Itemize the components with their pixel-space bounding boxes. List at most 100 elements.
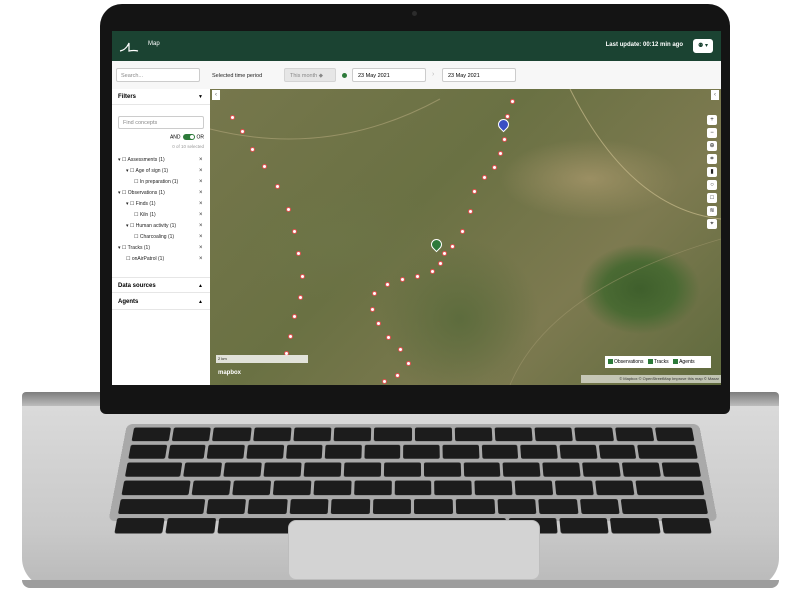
selected-count: 0 of 10 selected: [172, 144, 204, 149]
track-point: [370, 307, 375, 312]
close-icon[interactable]: ×: [199, 190, 203, 196]
legend-observations[interactable]: Observations: [614, 359, 643, 365]
filter-toolbar: Search... Selected time period This mont…: [112, 61, 721, 90]
date-from-input[interactable]: 23 May 2021: [352, 68, 426, 82]
laptop-lip: [22, 580, 779, 588]
tree-item-observations[interactable]: ▾ ☐ Observations (1): [118, 190, 165, 196]
track-point: [400, 277, 405, 282]
map-roads: [210, 89, 721, 385]
close-icon[interactable]: ×: [199, 201, 203, 207]
data-sources-label: Data sources: [118, 283, 156, 289]
map-pin-icon[interactable]: ⌖: [707, 219, 717, 229]
close-icon[interactable]: ×: [199, 179, 203, 185]
checkbox-agents-icon[interactable]: [673, 359, 679, 365]
track-point: [300, 274, 305, 279]
app-logo-icon[interactable]: [118, 39, 140, 53]
last-update-text: Last update: 00:12 min ago: [605, 42, 683, 48]
map-canvas[interactable]: ‹ ‹ + − ⊕ ⌗ ▮ ○ □ ≋ ⌖ 2 km mapbox Observ…: [210, 89, 721, 385]
tree-item-onairpatrol[interactable]: ☐ onAirPatrol (1): [126, 256, 164, 262]
close-icon[interactable]: ×: [199, 168, 203, 174]
track-point: [292, 229, 297, 234]
track-point: [386, 335, 391, 340]
legend-agents[interactable]: Agents: [679, 359, 695, 365]
collapse-left-icon[interactable]: ‹: [212, 90, 220, 100]
tree-item-in-preparation[interactable]: ☐ In preparation (1): [134, 179, 178, 185]
track-point: [262, 164, 267, 169]
data-sources-header[interactable]: Data sources ▲: [112, 277, 210, 293]
close-icon[interactable]: ×: [199, 234, 203, 240]
close-icon[interactable]: ×: [199, 223, 203, 229]
zoom-out-button[interactable]: −: [707, 128, 717, 138]
agents-header[interactable]: Agents ▲: [112, 294, 210, 310]
tree-item-kiln[interactable]: ☐ Kiln (1): [134, 212, 156, 218]
webcam: [412, 11, 417, 16]
draw-rectangle-icon[interactable]: □: [707, 193, 717, 203]
track-point: [510, 99, 515, 104]
trackpad: [288, 520, 540, 580]
mapbox-logo: mapbox: [218, 370, 242, 376]
toggle-and-label: AND: [169, 134, 181, 141]
period-select[interactable]: This month ◆: [284, 68, 336, 82]
chevron-up-icon: ▲: [198, 299, 203, 305]
track-point: [250, 147, 255, 152]
track-point: [298, 295, 303, 300]
track-point: [398, 347, 403, 352]
date-to-input[interactable]: 23 May 2021: [442, 68, 516, 82]
map-controls: + − ⊕ ⌗ ▮ ○ □ ≋ ⌖: [707, 115, 717, 232]
find-concepts-input[interactable]: Find concepts: [118, 116, 204, 129]
layers-icon[interactable]: ≋: [707, 206, 717, 216]
track-point: [415, 274, 420, 279]
close-icon[interactable]: ×: [199, 157, 203, 163]
search-input[interactable]: Search...: [116, 68, 200, 82]
track-point: [430, 269, 435, 274]
agents-label: Agents: [118, 299, 139, 305]
collapse-right-icon[interactable]: ‹: [711, 90, 719, 100]
draw-circle-icon[interactable]: ○: [707, 180, 717, 190]
filters-header[interactable]: Filters ▼: [112, 89, 210, 105]
draw-polygon-icon[interactable]: ⌗: [707, 154, 717, 164]
app-title[interactable]: Map: [148, 41, 160, 47]
map-scale: 2 km: [216, 355, 308, 363]
trash-icon[interactable]: ▮: [707, 167, 717, 177]
period-label: Selected time period: [212, 73, 263, 79]
close-icon[interactable]: ×: [199, 212, 203, 218]
map-legend: Observations Tracks Agents: [605, 356, 711, 368]
track-point: [498, 151, 503, 156]
track-point: [450, 244, 455, 249]
toggle-or-label: OR: [196, 134, 205, 141]
track-point: [296, 251, 301, 256]
toggle-switch-icon[interactable]: [182, 134, 195, 140]
track-point: [472, 189, 477, 194]
tree-item-human-activity[interactable]: ▾ ☐ Human activity (1): [126, 223, 176, 229]
track-point: [395, 373, 400, 378]
tree-item-age-of-sign[interactable]: ▾ ☐ Age of sign (1): [126, 168, 168, 174]
track-point: [286, 207, 291, 212]
track-point: [385, 282, 390, 287]
period-status-icon: [342, 73, 347, 78]
close-icon[interactable]: ×: [199, 256, 203, 262]
tree-item-charcoaling[interactable]: ☐ Charcoaling (1): [134, 234, 174, 240]
close-icon[interactable]: ×: [199, 245, 203, 251]
legend-tracks[interactable]: Tracks: [654, 359, 669, 365]
locate-icon[interactable]: ⊕: [707, 141, 717, 151]
chevron-up-icon: ▲: [198, 283, 203, 289]
track-point: [468, 209, 473, 214]
track-point: [442, 251, 447, 256]
filters-label: Filters: [118, 94, 137, 100]
tree-item-assessments[interactable]: ▾ ☐ Assessments (1): [118, 157, 165, 163]
track-point: [382, 379, 387, 384]
and-or-toggle[interactable]: AND OR: [118, 134, 204, 140]
track-point: [502, 137, 507, 142]
user-menu-button[interactable]: ⚉ ▾: [693, 39, 713, 53]
tree-item-finds[interactable]: ▾ ☐ Finds (1): [126, 201, 156, 207]
checkbox-tracks-icon[interactable]: [647, 359, 653, 365]
checkbox-observations-icon[interactable]: [608, 359, 613, 365]
tree-item-tracks[interactable]: ▾ ☐ Tracks (1): [118, 245, 150, 251]
track-point: [240, 129, 245, 134]
zoom-in-button[interactable]: +: [707, 115, 717, 125]
map-attribution[interactable]: © Mapbox © OpenStreetMap Improve this ma…: [581, 375, 721, 383]
track-point: [230, 115, 235, 120]
track-point: [275, 184, 280, 189]
screen: Map Last update: 00:12 min ago ⚉ ▾ Searc…: [112, 31, 721, 385]
track-point: [288, 334, 293, 339]
